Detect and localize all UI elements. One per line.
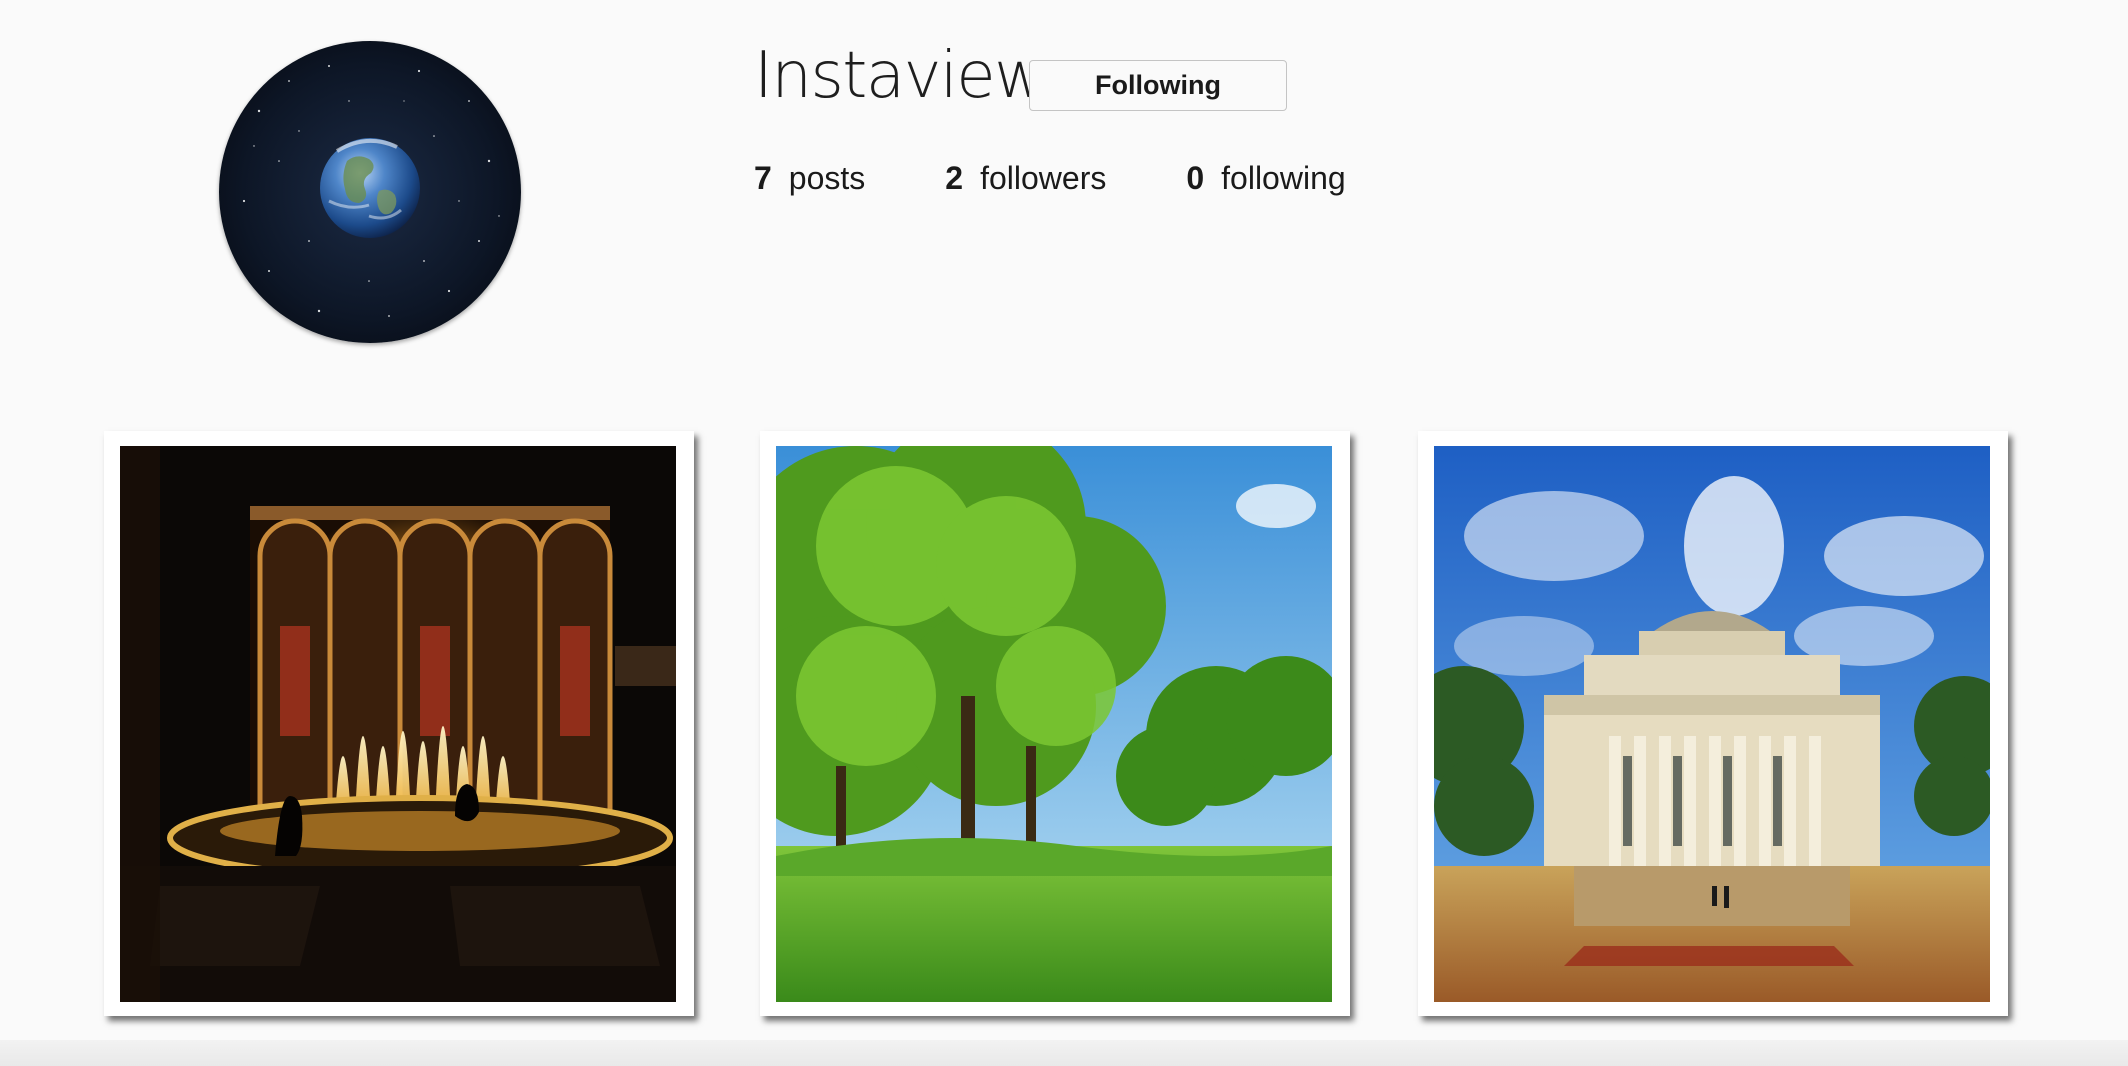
following-stat[interactable]: 0 following [1186,162,1345,194]
opera-house-fountain-photo [120,446,676,1002]
profile-avatar[interactable] [219,41,521,343]
post-thumbnail-3[interactable] [1418,431,2008,1016]
bottom-edge [0,1040,2128,1066]
profile-stats: 7 posts 2 followers 0 following [754,162,1346,194]
posts-count: 7 [754,160,772,196]
followers-stat[interactable]: 2 followers [945,162,1106,194]
domed-library-photo [1434,446,1990,1002]
profile-username: Instaview [754,39,1046,113]
post-thumbnail-1[interactable] [104,431,694,1016]
park-trees-photo [776,446,1332,1002]
earth-in-space-icon [219,41,521,343]
posts-stat[interactable]: 7 posts [754,162,865,194]
profile-page: Instaview Following 7 posts 2 followers … [0,0,2128,1066]
following-button[interactable]: Following [1029,60,1287,111]
post-thumbnail-2[interactable] [760,431,1350,1016]
following-count: 0 [1186,160,1205,196]
posts-label: posts [788,160,866,196]
followers-label: followers [980,160,1107,196]
following-label: following [1221,160,1346,196]
followers-count: 2 [945,160,964,196]
